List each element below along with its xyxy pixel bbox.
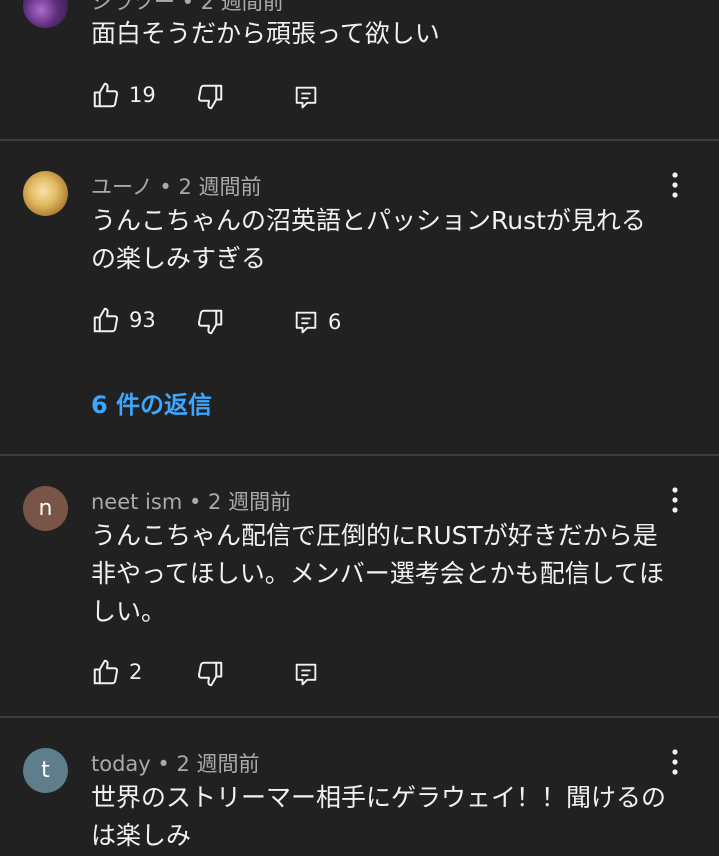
dislike-button[interactable] (195, 80, 225, 114)
comment-time[interactable]: 2 週間前 (208, 490, 291, 514)
comment-text: 世界のストリーマー相手にゲラウェイ！！聞けるのは楽しみ (91, 783, 667, 850)
reply-button[interactable]: 6 (292, 305, 341, 339)
reply-count: 6 (328, 310, 342, 334)
more-vert-icon (672, 749, 678, 775)
like-count: 19 (129, 83, 156, 107)
view-replies-link[interactable]: 6 件の返信 (91, 385, 212, 420)
avatar[interactable] (23, 171, 68, 216)
thumbs-up-icon (93, 82, 119, 108)
comment-time[interactable]: 2 週間前 (179, 175, 262, 199)
avatar[interactable]: t (23, 748, 68, 793)
comment-author[interactable]: neet ism (91, 490, 182, 514)
thumbs-down-icon (197, 84, 223, 110)
comment-author[interactable]: シラツー (91, 0, 175, 14)
comment-meta: シラツー • 2 週間前 (91, 0, 284, 16)
avatar[interactable]: n (23, 486, 68, 531)
comment-text: 面白そうだから頑張って欲しい (91, 19, 440, 48)
avatar-letter: n (38, 496, 53, 521)
meta-separator: • (152, 175, 179, 199)
like-button[interactable]: 2 (91, 655, 142, 689)
reply-button[interactable] (292, 80, 328, 114)
dislike-button[interactable] (195, 305, 225, 339)
comment-meta: ユーノ • 2 週間前 (91, 171, 262, 201)
more-vert-icon (672, 172, 678, 198)
meta-separator: • (175, 0, 201, 14)
comment-author[interactable]: ユーノ (91, 175, 153, 199)
comment-text: うんこちゃんの沼英語とパッションRustが見れるの楽しみすぎる (91, 206, 646, 273)
comment-4: t today • 2 週間前 世界のストリーマー相手にゲラウェイ！！聞けるのは… (0, 718, 719, 856)
reply-icon (295, 311, 317, 334)
like-button[interactable]: 93 (91, 303, 156, 337)
comment-meta: today • 2 週間前 (91, 748, 260, 778)
more-vert-icon (672, 487, 678, 513)
thumbs-down-icon (197, 309, 223, 335)
like-count: 93 (129, 308, 156, 332)
more-options-button[interactable] (660, 167, 690, 203)
reply-icon (295, 663, 317, 686)
comment-text: うんこちゃん配信で圧倒的にRUSTが好きだから是非やってほしい。メンバー選考会と… (91, 521, 665, 626)
dislike-button[interactable] (195, 657, 225, 691)
meta-separator: • (182, 490, 209, 514)
comment-2: ユーノ • 2 週間前 うんこちゃんの沼英語とパッションRustが見れるの楽しみ… (0, 141, 719, 454)
avatar-letter: t (41, 758, 50, 783)
comment-time[interactable]: 2 週間前 (201, 0, 284, 14)
reply-icon (295, 86, 317, 109)
comment-time[interactable]: 2 週間前 (176, 752, 259, 776)
thumbs-down-icon (197, 661, 223, 687)
like-count: 2 (129, 660, 143, 684)
meta-separator: • (150, 752, 177, 776)
comment-meta: neet ism • 2 週間前 (91, 486, 291, 516)
avatar[interactable] (23, 0, 68, 28)
comment-1: シラツー • 2 週間前 面白そうだから頑張って欲しい 19 (0, 0, 719, 140)
comment-author[interactable]: today (91, 752, 151, 776)
thumbs-up-icon (93, 307, 119, 333)
more-options-button[interactable] (660, 482, 690, 518)
thumbs-up-icon (93, 659, 119, 685)
comment-3: n neet ism • 2 週間前 うんこちゃん配信で圧倒的にRUSTが好きだ… (0, 456, 719, 716)
like-button[interactable]: 19 (91, 78, 156, 112)
reply-button[interactable] (292, 657, 328, 691)
more-options-button[interactable] (660, 744, 690, 780)
